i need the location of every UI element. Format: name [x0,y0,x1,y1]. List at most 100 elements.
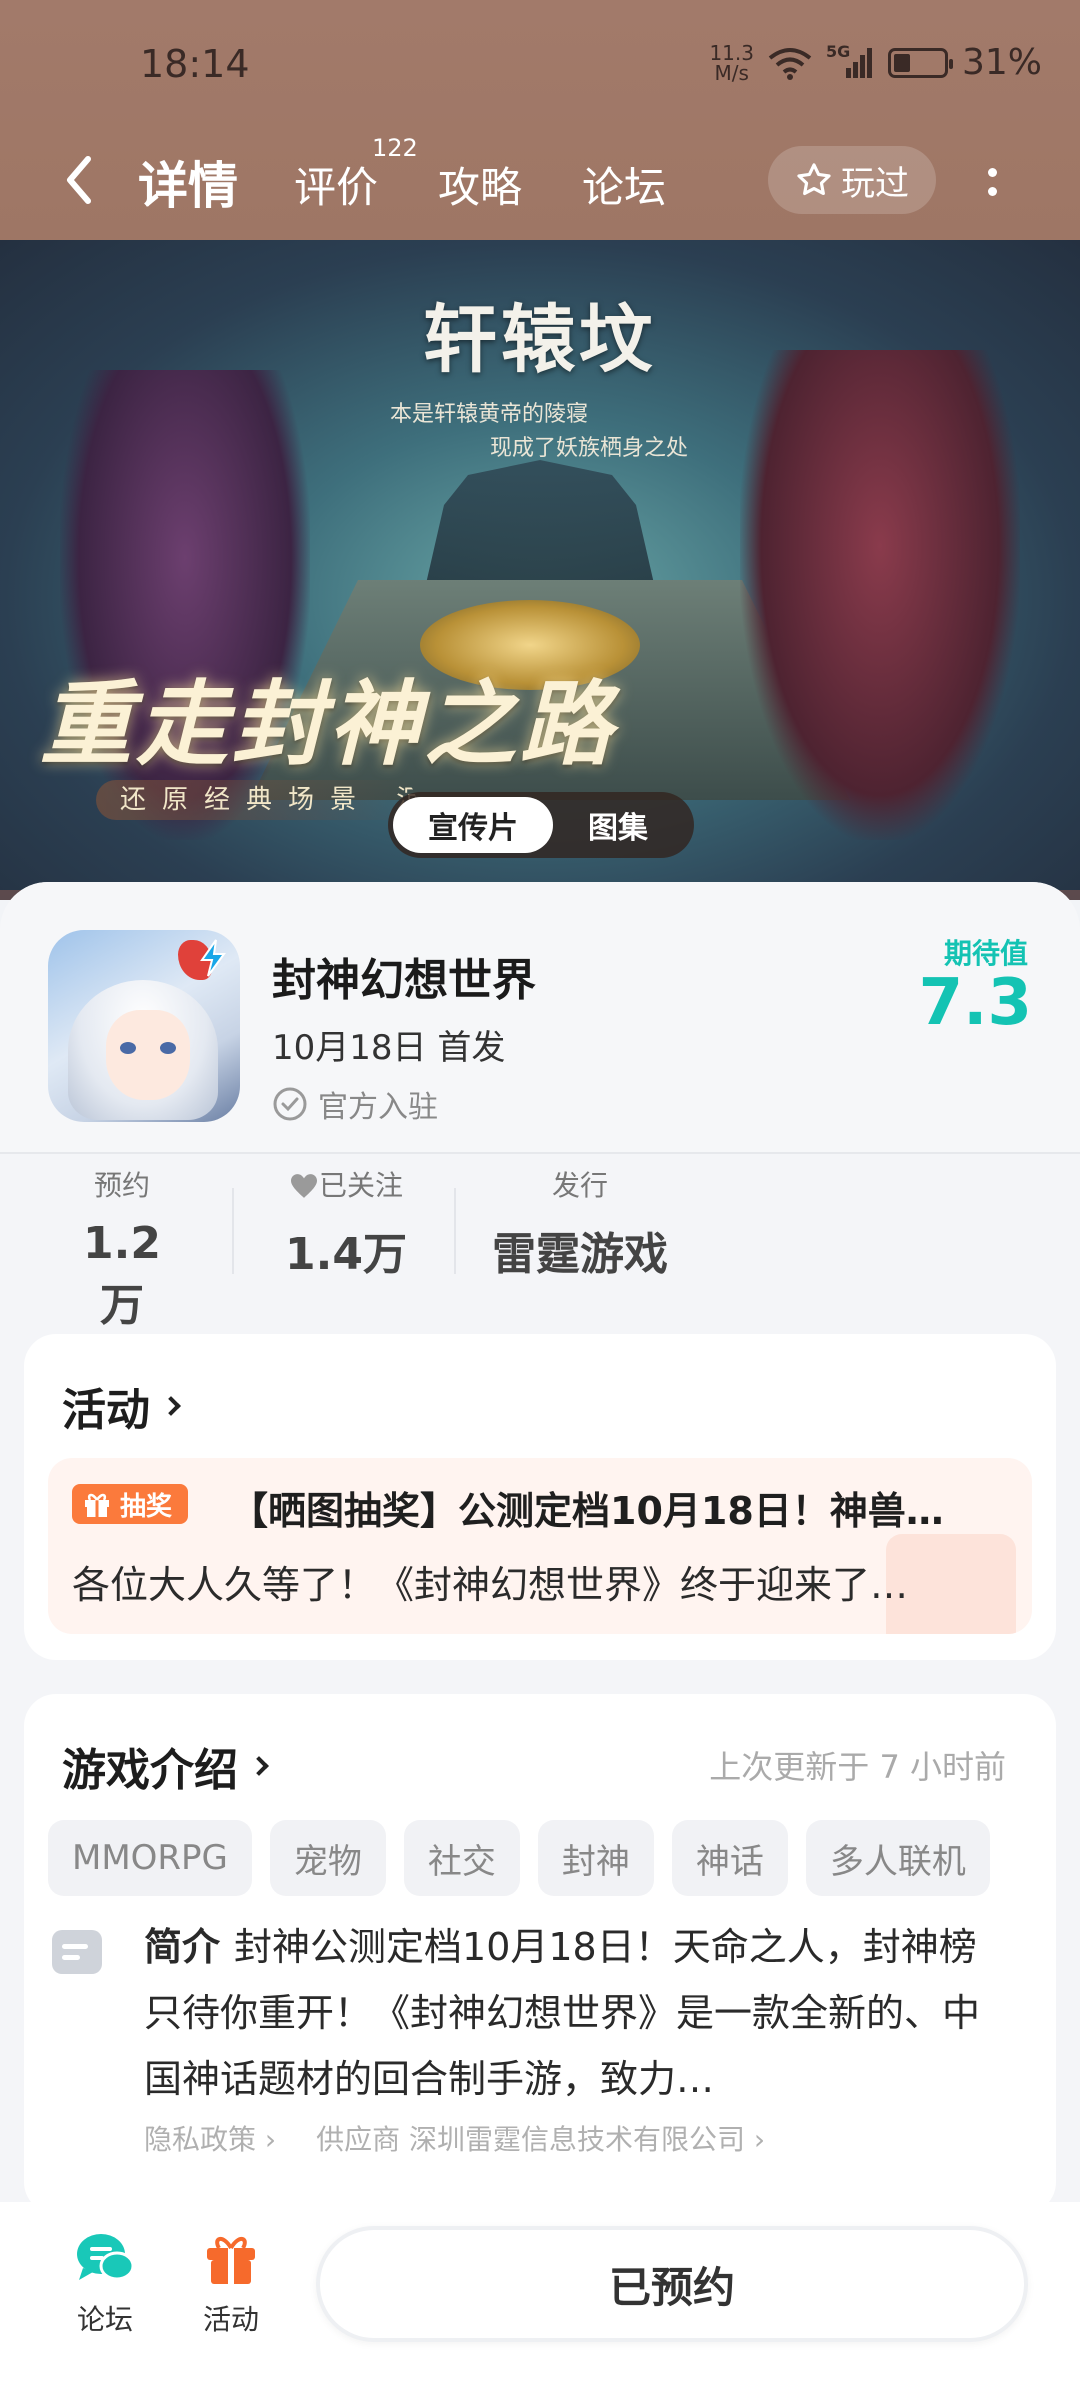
game-description[interactable]: 简介 封神公测定档10月18日！天命之人，封神榜只待你重开！《封神幻想世界》是一款… [144,1914,1014,2112]
stat-divider [454,1188,456,1274]
tab-forum[interactable]: 论坛 [582,154,666,215]
stat-reservations-label: 预约 [93,1169,150,1202]
privacy-policy-label: 隐私政策 [144,2123,257,2156]
tab-trailer[interactable]: 宣传片 [393,797,553,853]
banner-demon-right [740,350,1020,840]
banner-tagline: 还原经典场景 沉 [96,780,416,820]
tag-item[interactable]: 多人联机 [805,1820,990,1896]
activity-label: 活动 [202,2303,259,2336]
stat-publisher-value: 雷霆游戏 [492,1229,668,1280]
battery-icon [887,47,953,78]
release-date: 10月18日 首发 [272,1028,506,1068]
icon-character-eye [160,1042,176,1054]
tab-guides[interactable]: 攻略 [438,154,522,215]
status-bar: 18:14 11.3 M/s 5G 31% [0,0,1080,130]
description-label: 简介 [144,1925,221,1969]
lottery-badge-label: 抽奖 [120,1491,173,1522]
activity-item-description: 各位大人久等了！《封神幻想世界》终于迎来了… [72,1563,909,1607]
official-badge: 官方入驻 [272,1082,438,1126]
network-speed-unit: M/s [714,60,749,85]
wifi-icon [768,47,812,80]
bottom-action-bar: 论坛 活动 已预约 [0,2202,1080,2400]
game-intro-card: 游戏介绍 上次更新于 7 小时前 MMORPG 宠物 社交 封神 神话 多人联机… [24,1694,1056,2214]
gift-icon [199,2228,263,2288]
banner-title: 轩辕坟 [423,297,657,383]
description-text: 封神公测定档10月18日！天命之人，封神榜只待你重开！《封神幻想世界》是一款全新… [144,1925,981,2101]
media-banner[interactable]: 轩辕坟 本是轩辕黄帝的陵寝 现成了妖族栖身之处 重走封神之路 还原经典场景 沉 … [0,240,1080,890]
forum-button[interactable]: 论坛 [60,2228,150,2338]
activity-card: 活动 抽奖 【晒图抽奖】公测定档10月18日！神兽… 各位大人久等了！《封神幻想… [24,1334,1056,1660]
activity-title: 活动 [62,1385,150,1436]
activity-header[interactable]: 活动 [62,1374,181,1438]
tab-forum-label: 论坛 [582,163,667,212]
reviews-count-badge: 122 [372,134,418,162]
official-label: 官方入驻 [318,1090,438,1125]
forum-label: 论坛 [76,2303,133,2336]
stat-followers-value: 1.4万 [285,1229,407,1280]
game-intro-header[interactable]: 游戏介绍 [62,1734,269,1798]
chat-bubble-icon [73,2228,137,2288]
top-nav: 详情 评价 122 攻略 论坛 玩过 [0,134,1080,220]
tab-details-label: 详情 [138,157,238,215]
more-dot-icon [987,187,997,196]
content-panel: 封神幻想世界 10月18日 首发 官方入驻 期待值 7.3 预约 1.2万 已关… [0,882,1080,2214]
banner-subtitle: 本是轩辕黄帝的陵寝 现成了妖族栖身之处 [390,398,688,466]
media-type-switch: 宣传片 图集 [388,792,694,858]
battery-percent: 31% [961,42,1042,83]
tag-list: MMORPG 宠物 社交 封神 神话 多人联机 [48,1820,990,1896]
icon-character-face [106,1010,190,1100]
network-speed-value: 11.3 [709,40,754,65]
status-indicators: 11.3 M/s 5G 31% [709,40,1042,85]
tab-guides-label: 攻略 [438,163,523,212]
signal-bars-icon [845,47,872,78]
played-button[interactable]: 玩过 [768,146,936,214]
game-icon[interactable] [48,930,240,1122]
lightning-icon [200,939,226,977]
more-options-button[interactable] [980,154,1004,210]
privacy-policy-link[interactable]: 隐私政策 › [144,2118,276,2158]
tab-reviews-label: 评价 [294,163,379,212]
tab-gallery[interactable]: 图集 [553,797,683,853]
last-updated: 上次更新于 7 小时前 [709,1748,1006,1786]
game-intro-title: 游戏介绍 [62,1745,238,1796]
tab-reviews[interactable]: 评价 [294,154,378,215]
played-label: 玩过 [841,163,909,204]
document-icon [52,1930,102,1974]
tag-item[interactable]: 社交 [403,1820,520,1896]
stat-followers[interactable]: 已关注 1.4万 [276,1164,416,1282]
lottery-badge: 抽奖 [72,1484,189,1524]
supplier-link[interactable]: 供应商 深圳雷霆信息技术有限公司 › [316,2118,765,2158]
chevron-left-icon [67,156,91,204]
tag-item[interactable]: 封神 [537,1820,654,1896]
signal-icon: 5G [826,42,874,80]
supplier-label: 供应商 深圳雷霆信息技术有限公司 [316,2123,746,2156]
activity-item[interactable]: 抽奖 【晒图抽奖】公测定档10月18日！神兽… 各位大人久等了！《封神幻想世界》… [48,1458,1032,1634]
stat-followers-label-text: 已关注 [318,1169,403,1202]
banner-subtitle-line1: 本是轩辕黄帝的陵寝 [390,402,589,427]
game-title: 封神幻想世界 [272,955,536,1006]
stats-row: 预约 1.2万 已关注 1.4万 发行 雷霆游戏 [0,1164,1080,1331]
stat-reservations: 预约 1.2万 [62,1164,182,1333]
game-header: 封神幻想世界 10月18日 首发 官方入驻 期待值 7.3 [0,882,1080,1154]
legal-links: 隐私政策 › 供应商 深圳雷霆信息技术有限公司 › [144,2118,765,2158]
more-dot-icon [987,168,997,177]
tag-item[interactable]: MMORPG [48,1820,252,1896]
tag-item[interactable]: 宠物 [269,1820,386,1896]
back-button[interactable] [54,150,104,210]
stat-reservations-value: 1.2万 [83,1218,161,1331]
stat-publisher-label: 发行 [551,1169,608,1202]
icon-character-eye [120,1042,136,1054]
activity-button[interactable]: 活动 [186,2228,276,2338]
stat-publisher[interactable]: 发行 雷霆游戏 [482,1164,678,1282]
tab-details[interactable]: 详情 [132,146,244,218]
activity-item-title: 【晒图抽奖】公测定档10月18日！神兽… [230,1489,944,1533]
star-icon [797,163,831,196]
reserved-button[interactable]: 已预约 [316,2226,1028,2342]
stat-divider [232,1188,234,1274]
expectation-score: 7.3 [918,966,1032,1040]
heart-icon [290,1174,317,1198]
status-time: 18:14 [140,42,250,86]
tag-item[interactable]: 神话 [671,1820,788,1896]
stat-followers-label: 已关注 [276,1164,416,1204]
chevron-right-icon [161,1396,181,1416]
